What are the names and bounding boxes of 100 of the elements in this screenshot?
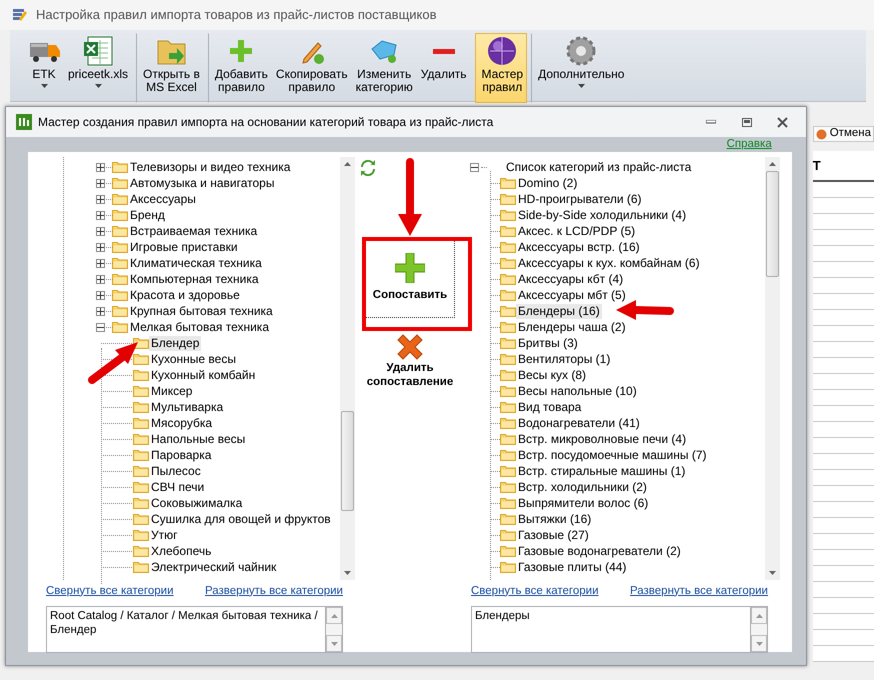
expander-icon[interactable] <box>96 306 105 316</box>
tree-item[interactable]: Компьютерная техника <box>128 272 261 286</box>
expander-icon[interactable] <box>96 290 105 300</box>
scroll-down-icon[interactable] <box>756 642 762 646</box>
tree-item[interactable]: Газовые плиты (44) <box>516 560 628 574</box>
tree-item[interactable]: Кухонные весы <box>149 352 238 366</box>
tree-item[interactable]: Газовые (27) <box>516 528 591 542</box>
tree-item[interactable]: Блендеры (16) <box>516 304 602 318</box>
expander-icon[interactable] <box>470 162 479 172</box>
tree-item[interactable]: Игровые приставки <box>128 240 240 254</box>
expander-icon[interactable] <box>96 258 105 268</box>
tree-item[interactable]: Климатическая техника <box>128 256 264 270</box>
toolbar-button[interactable]: priceetk.xls <box>64 33 132 103</box>
tree-item[interactable]: Автомузыка и навигаторы <box>128 176 276 190</box>
expander-icon[interactable] <box>96 274 105 284</box>
tree-item[interactable]: Domino (2) <box>516 176 580 190</box>
refresh-icon[interactable] <box>360 160 376 176</box>
tree-item[interactable]: Вентиляторы (1) <box>516 352 612 366</box>
tree-item[interactable]: Встраиваемая техника <box>128 224 260 238</box>
tree-item[interactable]: Встр. микроволновые печи (4) <box>516 432 688 446</box>
match-button[interactable]: Сопоставить <box>365 240 455 318</box>
tree-item[interactable]: Side-by-Side холодильники (4) <box>516 208 688 222</box>
tree-item[interactable]: Водонагреватели (41) <box>516 416 642 430</box>
scrollbar-thumb[interactable] <box>341 411 354 511</box>
tree-item[interactable]: Аксессуары кбт (4) <box>516 272 626 286</box>
tree-item[interactable]: Блендер <box>149 336 202 350</box>
tree-item[interactable]: Вытяжки (16) <box>516 512 594 526</box>
tree-item[interactable]: Аксессуары мбт (5) <box>516 288 628 302</box>
tree-item[interactable]: Крупная бытовая техника <box>128 304 275 318</box>
category-path-field[interactable]: Блендеры <box>471 606 750 653</box>
tree-item[interactable]: Газовые водонагреватели (2) <box>516 544 683 558</box>
expander-icon[interactable] <box>96 226 105 236</box>
tree-link[interactable]: Свернуть все категории <box>46 582 174 600</box>
toolbar-button[interactable]: Добавить правило <box>208 33 272 103</box>
folder-icon <box>112 177 128 189</box>
scrollbar[interactable] <box>750 606 768 653</box>
tree-item[interactable]: Мясорубка <box>149 416 214 430</box>
folder-icon <box>133 481 149 493</box>
tree-link[interactable]: Свернуть все категории <box>471 582 598 600</box>
expander-icon[interactable] <box>96 162 105 172</box>
toolbar-button[interactable]: Удалить <box>416 33 471 103</box>
expander-icon[interactable] <box>96 242 105 252</box>
tree-item[interactable]: Красота и здоровье <box>128 288 242 302</box>
tree-item[interactable]: Миксер <box>149 384 194 398</box>
tree-item[interactable]: Встр. холодильники (2) <box>516 480 649 494</box>
scroll-up-icon[interactable] <box>769 162 776 166</box>
toolbar-button[interactable]: ETK <box>24 33 64 103</box>
scroll-up-icon[interactable] <box>330 614 338 618</box>
tree-item[interactable]: Аксес. к LCD/PDP (5) <box>516 224 638 238</box>
toolbar-button[interactable]: Открыть в MS Excel <box>136 33 204 103</box>
tree-item[interactable]: Электрический чайник <box>149 560 278 574</box>
category-path-field[interactable]: Root Catalog / Каталог / Мелкая бытовая техника / Блендер <box>46 606 325 653</box>
tree-item[interactable]: Выпрямители волос (6) <box>516 496 650 510</box>
tree-link[interactable]: Развернуть все категории <box>204 582 343 600</box>
scrollbar[interactable] <box>325 606 343 653</box>
tree-item[interactable]: Встр. стиральные машины (1) <box>516 464 688 478</box>
tree-link[interactable]: Развернуть все категории <box>630 582 768 600</box>
scroll-down-icon[interactable] <box>330 642 338 646</box>
tree-item[interactable]: Пароварка <box>149 448 214 462</box>
folder-icon <box>500 545 516 557</box>
tree-item[interactable]: СВЧ печи <box>149 480 206 494</box>
cancel-button[interactable]: Отмена <box>812 126 874 142</box>
scroll-down-icon[interactable] <box>344 571 351 575</box>
tree-item[interactable]: Сушилка для овощей и фруктов <box>149 512 333 526</box>
toolbar-button[interactable]: Дополнительно <box>531 33 628 103</box>
tree-item[interactable]: Утюг <box>149 528 180 542</box>
tree-item[interactable]: Хлебопечь <box>149 544 214 558</box>
tree-item[interactable]: Бренд <box>128 208 167 222</box>
toolbar-button[interactable]: Скопировать правило <box>272 33 352 103</box>
toolbar-button[interactable]: Изменить категорию <box>352 33 417 103</box>
scroll-up-icon[interactable] <box>756 614 762 618</box>
expander-icon[interactable] <box>96 178 105 188</box>
tree-item[interactable]: Встр. посудомоечные машины (7) <box>516 448 709 462</box>
tree-item[interactable]: Блендеры чаша (2) <box>516 320 628 334</box>
tree-item[interactable]: Мелкая бытовая техника <box>128 320 271 334</box>
tree-item[interactable]: Весы кух (8) <box>516 368 588 382</box>
tree-item[interactable]: Напольные весы <box>149 432 248 446</box>
delete-match-button[interactable]: Удалить сопоставление <box>355 332 465 390</box>
tree-item[interactable]: HD-проигрыватели (6) <box>516 192 644 206</box>
toolbar-button[interactable]: Мастер правил <box>474 33 528 103</box>
expander-icon[interactable] <box>96 322 105 332</box>
tree-item[interactable]: Соковыжималка <box>149 496 244 510</box>
tree-item[interactable]: Кухонный комбайн <box>149 368 258 382</box>
scroll-up-icon[interactable] <box>344 162 351 166</box>
folder-icon <box>112 193 128 205</box>
tree-item[interactable]: Аксессуары встр. (16) <box>516 240 642 254</box>
folder-icon <box>500 385 516 397</box>
scrollbar-thumb[interactable] <box>766 171 779 277</box>
tree-item[interactable]: Телевизоры и видео техника <box>128 160 292 174</box>
tree-item[interactable]: Список категорий из прайс-листа <box>504 160 694 174</box>
tree-item[interactable]: Аксессуары <box>128 192 198 206</box>
expander-icon[interactable] <box>96 210 105 220</box>
tree-item[interactable]: Пылесос <box>149 464 203 478</box>
tree-item[interactable]: Весы напольные (10) <box>516 384 639 398</box>
expander-icon[interactable] <box>96 194 105 204</box>
tree-item[interactable]: Вид товара <box>516 400 584 414</box>
tree-item[interactable]: Бритвы (3) <box>516 336 580 350</box>
scroll-down-icon[interactable] <box>769 571 776 575</box>
tree-item[interactable]: Аксессуары к кух. комбайнам (6) <box>516 256 702 270</box>
tree-item[interactable]: Мультиварка <box>149 400 226 414</box>
